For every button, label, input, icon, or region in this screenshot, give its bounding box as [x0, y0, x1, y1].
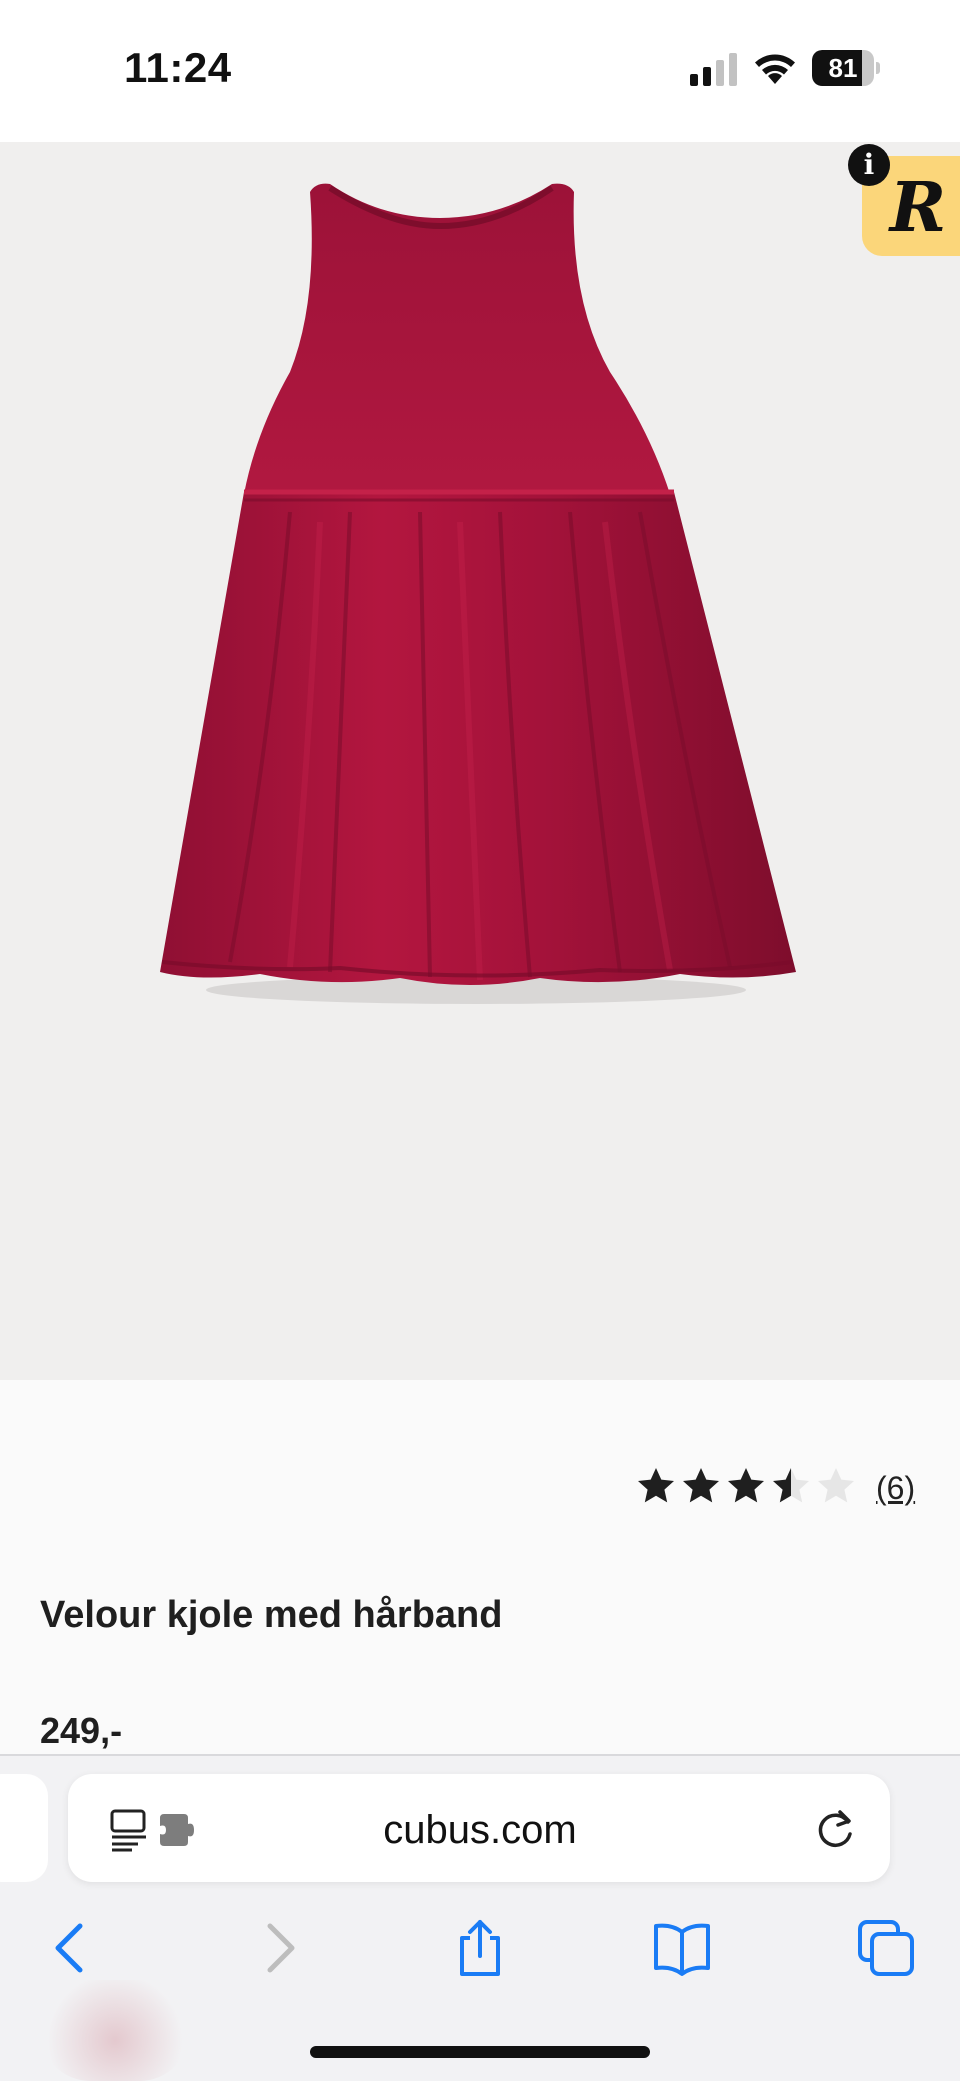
extension-icon[interactable]: [158, 1810, 202, 1850]
battery-indicator: 81: [812, 50, 880, 86]
product-price: 249,-: [40, 1710, 123, 1751]
review-count-link[interactable]: (6): [876, 1470, 915, 1507]
share-icon[interactable]: [450, 1918, 510, 1978]
product-title: Velour kjole med hårband: [40, 1594, 503, 1636]
forward-icon[interactable]: [248, 1918, 308, 1978]
dress-image: [160, 183, 796, 1004]
battery-level: 81: [828, 53, 858, 83]
bookmarks-icon[interactable]: [652, 1918, 712, 1978]
product-info: [0, 1380, 960, 1754]
page-menu-icon[interactable]: [108, 1808, 152, 1852]
reload-icon[interactable]: [812, 1806, 858, 1852]
product-image[interactable]: [0, 142, 960, 1380]
wifi-icon: [755, 54, 795, 84]
star-icon: [728, 1468, 764, 1503]
extension-logo: R: [889, 168, 947, 248]
back-icon[interactable]: [42, 1918, 102, 1978]
background-thumbnail: [40, 1980, 190, 2081]
status-bar: 11:24 81: [0, 0, 960, 142]
home-indicator[interactable]: [310, 2046, 650, 2058]
cellular-signal-icon: [690, 53, 737, 86]
previous-tab-card[interactable]: [0, 1774, 48, 1882]
tabs-icon[interactable]: [856, 1918, 916, 1978]
info-icon[interactable]: i: [848, 144, 890, 186]
status-time: 11:24: [124, 44, 232, 91]
star-icon: [683, 1468, 719, 1503]
empty-star-icon: [818, 1468, 854, 1503]
url-text[interactable]: cubus.com: [280, 1808, 680, 1853]
star-icon: [638, 1468, 674, 1503]
half-star-icon: [773, 1468, 809, 1503]
